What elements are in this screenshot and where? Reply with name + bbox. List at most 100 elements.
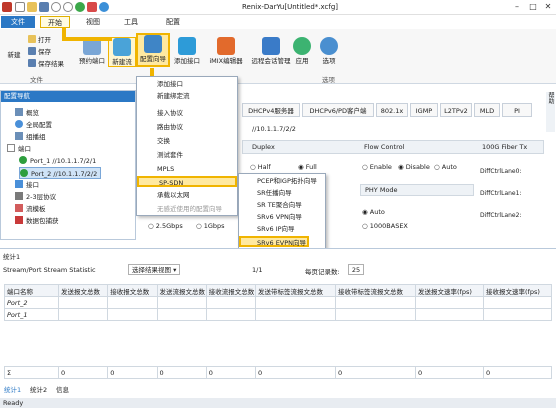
nav-item-port2[interactable]: Port_2 //10.1.1.7/2/2 [19, 167, 102, 179]
speed-1g-radio[interactable]: ○ 1Gbps [196, 222, 225, 230]
half-radio[interactable]: ○ Half [250, 163, 271, 171]
nav-item-global[interactable]: 全局配置 [15, 119, 52, 131]
table-row[interactable]: Port_1 [4, 308, 552, 321]
disable-label: Disable [405, 163, 430, 171]
save-result-button[interactable]: 保存结果 [28, 59, 64, 69]
column-header[interactable]: 端口名称 [4, 284, 59, 297]
menu-config[interactable]: 配置 [160, 16, 186, 28]
speed-25g-radio[interactable]: ○ 2.5Gbps [148, 222, 183, 230]
tab-dhcpv6-client[interactable]: DHCPv6/PD客户端 [302, 103, 374, 117]
speed-label: 2.5Gbps [155, 222, 183, 230]
close-icon[interactable]: ✕ [541, 1, 555, 13]
column-header[interactable]: 发送带标签流报文总数 [255, 284, 336, 297]
tab-8021x[interactable]: 802.1x [376, 103, 408, 117]
config-wizard-button[interactable]: 配置向导 [136, 33, 170, 67]
total-cell: 0 [255, 366, 336, 379]
disable-radio[interactable]: ◉ Disable [398, 163, 430, 171]
auto-radio[interactable]: ○ Auto [434, 163, 457, 171]
per-page-input[interactable]: 25 [348, 264, 364, 275]
save-button[interactable]: 保存 [28, 47, 51, 57]
column-header[interactable]: 接收报文速率(fps) [483, 284, 552, 297]
menu-tools[interactable]: 工具 [118, 16, 144, 28]
new-file-icon[interactable] [15, 2, 25, 12]
reserve-port-button[interactable]: 预约端口 [76, 37, 108, 65]
nav-item-overview[interactable]: 概览 [15, 107, 39, 119]
menu-srv6-evpn[interactable]: SRv6 EVPN向导 [239, 236, 309, 247]
column-header[interactable]: 发送报文总数 [57, 284, 109, 297]
duplex-label: Duplex [252, 143, 275, 151]
options-button[interactable]: 选项 [318, 37, 340, 65]
page-indicator: 1/1 [252, 266, 263, 274]
redo-icon[interactable] [63, 2, 73, 12]
new-button[interactable]: 新建 [4, 51, 24, 59]
table-cell [415, 308, 484, 321]
tab-stats2[interactable]: 统计2 [30, 384, 47, 394]
phy-auto-label: Auto [369, 208, 385, 216]
maximize-icon[interactable]: □ [526, 1, 540, 13]
column-header[interactable]: 发送报文速率(fps) [415, 284, 484, 297]
menu-carrier-ethernet[interactable]: 承载以太网 [137, 190, 190, 201]
new-stream-button[interactable]: 新建流 [108, 37, 136, 67]
imix-editor-button[interactable]: iMIX编辑器 [204, 37, 248, 65]
select-view-dropdown[interactable]: 选择结果视图 ▾ [128, 264, 181, 275]
menu-sr-anycast[interactable]: SR任播向导 [239, 188, 292, 199]
total-cell: 0 [415, 366, 484, 379]
menu-srv6-ip[interactable]: SRv6 IP向导 [239, 224, 295, 235]
add-interface-icon [178, 37, 196, 55]
menu-routing-protocol[interactable]: 路由协议 [137, 122, 183, 133]
basex-radio[interactable]: ○ 1000BASEX [362, 222, 408, 230]
nav-item-multicast[interactable]: 组播组 [15, 131, 46, 143]
menu-test-suite[interactable]: 测试套件 [137, 150, 183, 161]
tab-dhcpv4-server[interactable]: DHCPv4服务器 [242, 103, 300, 117]
nav-item-interface[interactable]: 接口 [15, 179, 39, 191]
nav-item-capture[interactable]: 数据包捕获 [15, 215, 59, 227]
menu-mpls[interactable]: MPLS [137, 164, 174, 175]
tab-info[interactable]: 信息 [56, 384, 69, 394]
phy-auto-radio[interactable]: ◉ Auto [362, 208, 385, 216]
nav-item-protocol[interactable]: 2-3层协议 [15, 191, 56, 203]
tab-stats1[interactable]: 统计1 [4, 384, 21, 394]
column-header[interactable]: 接收报文总数 [107, 284, 158, 297]
menu-access-protocol[interactable]: 接入协议 [137, 108, 183, 119]
menu-add-interface[interactable]: 添加接口 [137, 79, 183, 90]
nav-item-stream-template[interactable]: 流模板 [15, 203, 46, 215]
minimize-icon[interactable]: – [510, 1, 524, 13]
open-folder-icon[interactable] [27, 2, 37, 12]
enable-radio[interactable]: ○ Enable [362, 163, 392, 171]
start-icon[interactable] [75, 2, 85, 12]
tab-mld[interactable]: MLD [474, 103, 500, 117]
undo-icon[interactable] [51, 2, 61, 12]
menu-sp-sdn[interactable]: SP-SDN [137, 176, 237, 187]
menu-switching[interactable]: 交换 [137, 136, 170, 147]
remote-session-button[interactable]: 远程会话管理 [250, 37, 292, 65]
nav-item-port[interactable]: 端口 [7, 143, 31, 155]
column-header[interactable]: 接收流报文总数 [205, 284, 257, 297]
menu-pcep-igp[interactable]: PCEP和IGP拓扑向导 [239, 176, 317, 187]
save-icon[interactable] [39, 2, 49, 12]
menu-file[interactable]: 文件 [1, 16, 35, 28]
stats-header: 统计1 [3, 253, 21, 261]
apply-button[interactable]: 应用 [292, 37, 312, 65]
column-header[interactable]: 接收带标签流报文总数 [335, 284, 416, 297]
menu-srv6-vpn[interactable]: SRv6 VPN向导 [239, 212, 302, 223]
table-header-row: 端口名称 发送报文总数 接收报文总数 发送流报文总数 接收流报文总数 发送带标签… [4, 284, 552, 297]
column-header[interactable]: 发送流报文总数 [156, 284, 207, 297]
tab-igmp[interactable]: IGMP [410, 103, 438, 117]
new-label: 新建 [7, 51, 21, 59]
refresh-icon[interactable] [99, 2, 109, 12]
full-radio[interactable]: ◉ Full [298, 163, 317, 171]
tab-pi[interactable]: PI [502, 103, 532, 117]
menu-sr-te[interactable]: SR TE聚合向导 [239, 200, 302, 211]
stop-icon[interactable] [87, 2, 97, 12]
menu-view[interactable]: 视图 [80, 16, 106, 28]
tab-l2tpv2[interactable]: L2TPv2 [440, 103, 472, 117]
stats-table: 端口名称 发送报文总数 接收报文总数 发送流报文总数 接收流报文总数 发送带标签… [4, 284, 552, 379]
basex-label: 1000BASEX [369, 222, 408, 230]
add-interface-button[interactable]: 添加接口 [171, 37, 203, 65]
open-button[interactable]: 打开 [28, 35, 51, 45]
table-row[interactable]: Port_2 [4, 296, 552, 309]
menu-new-bound-stream[interactable]: 新建绑定流 [137, 91, 190, 102]
nav-item-port1[interactable]: Port_1 //10.1.1.7/2/1 [19, 155, 96, 167]
help-side-tab[interactable]: 帮助 [546, 92, 555, 132]
table-cell [335, 296, 416, 309]
